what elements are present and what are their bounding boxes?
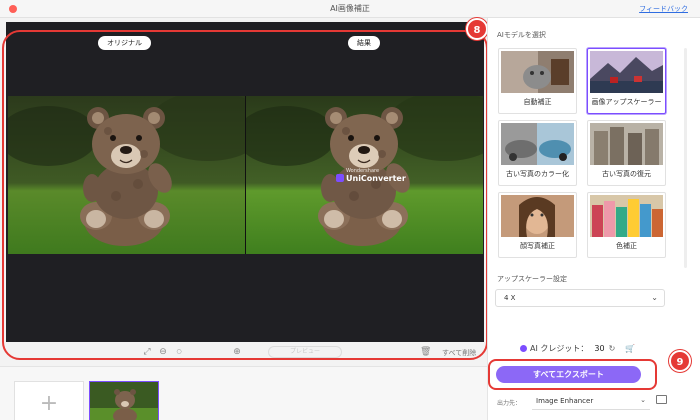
title-bar: AI画像補正 フィードバック [0,0,700,18]
upscaler-preview [590,51,663,93]
ai-credits: AI クレジット： 30 ↻ 🛒 [520,343,635,355]
color-correct-preview [590,195,663,237]
model-card-face-enhance[interactable]: 顔写真補正 [498,192,577,258]
auto-enhance-preview [501,51,574,93]
folder-icon[interactable] [656,395,667,404]
colorize-preview [501,123,574,165]
model-card-label: 自動補正 [523,98,552,106]
feedback-link[interactable]: フィードバック [639,4,688,14]
image-thumbnail[interactable] [89,381,159,420]
face-enhance-preview [501,195,574,237]
model-card-auto-enhance[interactable]: 自動補正 [498,48,577,114]
model-card-label: 色補正 [616,242,637,250]
credits-label: AI クレジット： [530,344,589,353]
output-label: 出力先： [497,400,522,407]
model-card-label: 画像アップスケーラー [591,98,662,106]
cart-icon[interactable]: 🛒 [625,344,635,353]
annotation-highlight-viewer [2,30,488,360]
scale-select[interactable]: 4 X ⌄ [495,289,665,307]
output-folder-value: Image Enhancer [536,397,594,405]
chevron-down-icon: ⌄ [651,293,658,302]
add-image-button[interactable]: + [14,381,84,420]
model-card-colorize[interactable]: 古い写真のカラー化 [498,120,577,186]
model-section-label: AIモデルを選択 [497,31,546,39]
upscaler-settings-label: アップスケーラー設定 [497,275,567,283]
annotation-badge-8: 8 [466,18,488,40]
credit-icon [520,345,527,352]
thumbnail-strip: + [0,366,487,420]
model-card-upscaler[interactable]: 画像アップスケーラー [587,48,666,114]
annotation-badge-9: 9 [669,350,691,372]
refresh-icon[interactable]: ↻ [609,344,616,353]
restore-preview [590,123,663,165]
model-card-restore[interactable]: 古い写真の復元 [587,120,666,186]
output-folder-select[interactable]: Image Enhancer ⌄ [532,394,650,410]
annotation-highlight-export [488,359,657,390]
model-card-label: 顔写真補正 [520,242,555,250]
chevron-down-icon: ⌄ [640,396,646,404]
sidebar-scrollbar[interactable] [684,48,687,268]
scale-value: 4 X [504,294,516,302]
credits-value: 30 [594,344,605,353]
model-card-label: 古い写真のカラー化 [506,170,569,178]
editor-area: オリジナル 結果 Wondershare UniConverter ⤢ ⊖ ○ … [0,18,488,420]
model-card-color-correct[interactable]: 色補正 [587,192,666,258]
settings-sidebar: AIモデルを選択 自動補正 画像アップスケーラー 古い写真のカラー化 古い写真の… [487,18,700,420]
window-title: AI画像補正 [330,4,370,13]
model-card-label: 古い写真の復元 [602,170,651,178]
